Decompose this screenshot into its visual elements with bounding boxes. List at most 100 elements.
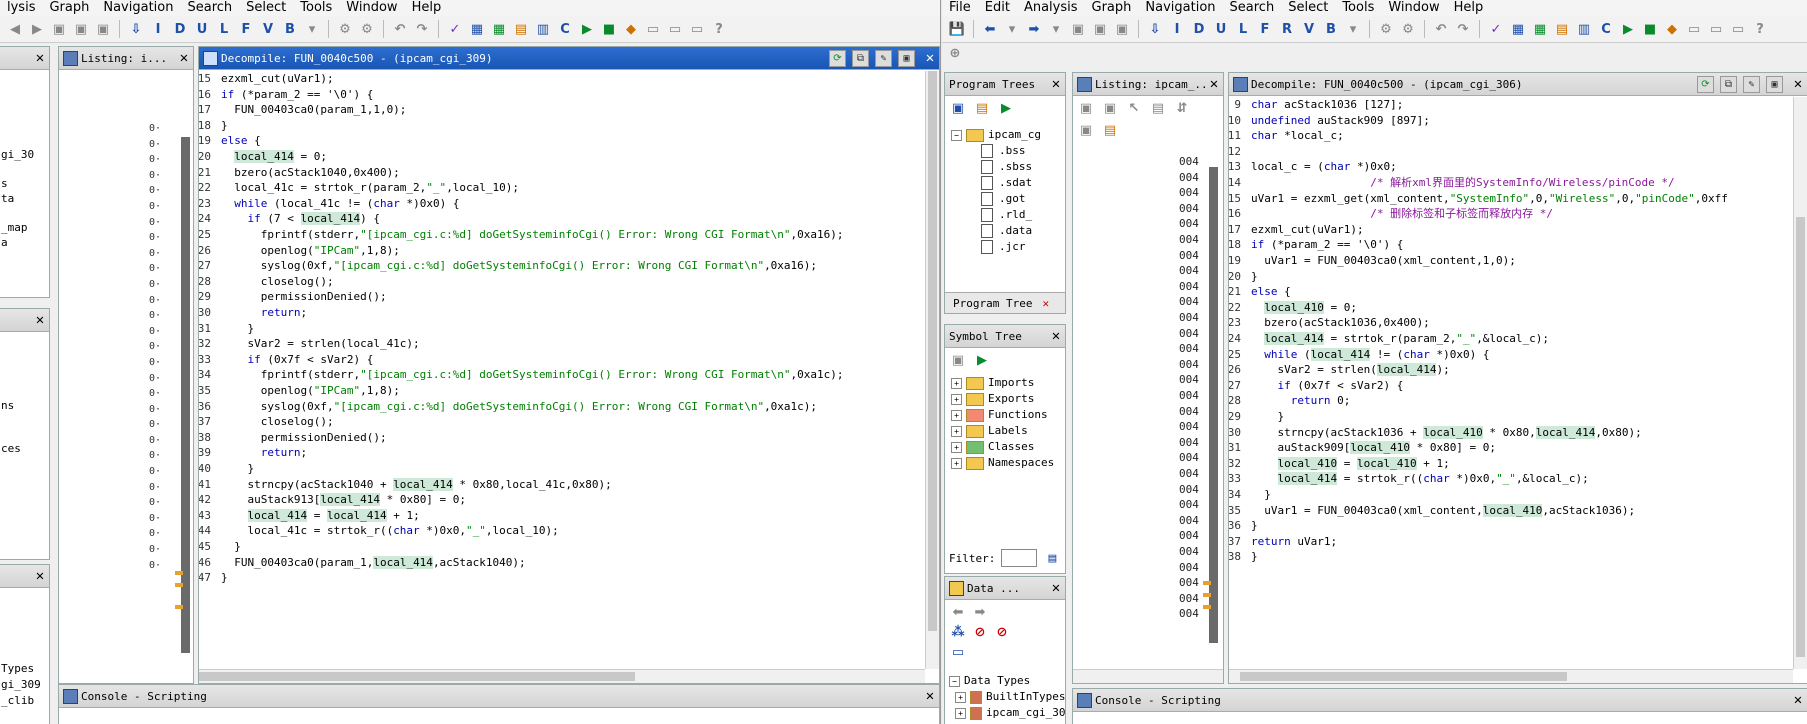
listing-address[interactable]: 004: [1179, 171, 1199, 184]
listing-address[interactable]: 004: [1179, 155, 1199, 168]
code-line[interactable]: auStack913[local_414 * 0x80] = 0;: [221, 492, 466, 508]
code-line[interactable]: uVar1 = FUN_00403ca0(xml_content,local_4…: [1251, 503, 1635, 519]
tree-item[interactable]: + ipcam_cgi_30: [949, 705, 1065, 721]
menu-analysis[interactable]: Analysis: [1017, 0, 1085, 16]
menu-navigation[interactable]: Navigation: [96, 0, 180, 16]
tree-item-imports[interactable]: + Imports: [951, 375, 1054, 391]
window2-icon[interactable]: ▭: [666, 20, 684, 38]
code-line[interactable]: closelog();: [221, 274, 334, 290]
code-line[interactable]: local_41c = strtok_r((char *)0x0,"_",loc…: [221, 523, 558, 539]
close-icon[interactable]: ✕: [175, 50, 193, 66]
new-icon[interactable]: ▣: [949, 351, 967, 369]
dropdown-icon[interactable]: ▾: [303, 20, 321, 38]
cf-icon[interactable]: C: [1597, 20, 1615, 38]
undefined-u-icon[interactable]: U: [193, 20, 211, 38]
tree-item-namespaces[interactable]: + Namespaces: [951, 455, 1054, 471]
tree-item[interactable]: .rld_: [951, 207, 1041, 223]
undo-icon[interactable]: ↶: [391, 20, 409, 38]
back-icon[interactable]: ⬅: [949, 603, 967, 621]
listing-address[interactable]: 004: [1179, 202, 1199, 215]
redo-icon[interactable]: ↷: [413, 20, 431, 38]
close-icon[interactable]: ✕: [1789, 76, 1807, 92]
code-line[interactable]: }: [1251, 269, 1258, 285]
listing-address[interactable]: 004: [1179, 186, 1199, 199]
listing-address[interactable]: 004: [1179, 280, 1199, 293]
code-line[interactable]: }: [221, 461, 254, 477]
listing-address[interactable]: 004: [1179, 483, 1199, 496]
code-line[interactable]: fprintf(stderr,"[ipcam_cgi.c:%d] doGetSy…: [221, 227, 844, 243]
close-icon[interactable]: ✕: [1047, 580, 1065, 596]
menu-search[interactable]: Search: [180, 0, 239, 16]
code-line[interactable]: if (0x7f < sVar2) {: [1251, 378, 1404, 394]
filter-options-icon[interactable]: ▤: [1043, 549, 1061, 567]
menu-file[interactable]: File: [942, 0, 978, 16]
code-line[interactable]: else {: [221, 133, 261, 149]
variable-v-icon[interactable]: V: [1300, 20, 1318, 38]
function-f-icon[interactable]: F: [1256, 20, 1274, 38]
tree-item[interactable]: .sbss: [951, 159, 1041, 175]
code-line[interactable]: char *local_c;: [1251, 128, 1344, 144]
check-icon[interactable]: ✓: [1487, 20, 1505, 38]
listing-address[interactable]: 004: [1179, 327, 1199, 340]
code-line[interactable]: while (local_414 != (char *)0x0) {: [1251, 347, 1489, 363]
code-line[interactable]: ezxml_cut(uVar1);: [1251, 222, 1364, 238]
dropdown-icon[interactable]: ▾: [1003, 20, 1021, 38]
code-line[interactable]: if (7 < local_414) {: [221, 211, 380, 227]
instruction-i-icon[interactable]: I: [1168, 20, 1186, 38]
tree-item[interactable]: .sdat: [951, 175, 1041, 191]
code-line[interactable]: if (0x7f < sVar2) {: [221, 352, 374, 368]
forward-icon[interactable]: ➡: [1025, 20, 1043, 38]
menu-analysis[interactable]: lysis: [0, 0, 42, 16]
tree-item[interactable]: .jcr: [951, 239, 1041, 255]
window-icon[interactable]: ▭: [644, 20, 662, 38]
download-icon[interactable]: ⇩: [127, 20, 145, 38]
back-icon[interactable]: ◀: [6, 20, 24, 38]
tree-item-functions[interactable]: + Functions: [951, 407, 1054, 423]
code-line[interactable]: strncpy(acStack1040 + local_414 * 0x80,l…: [221, 477, 612, 493]
function-f-icon[interactable]: F: [237, 20, 255, 38]
tree-item[interactable]: .bss: [951, 143, 1041, 159]
save-icon[interactable]: 💾: [948, 20, 966, 38]
listing-address[interactable]: 004: [1179, 592, 1199, 605]
listing-address[interactable]: 004: [1179, 311, 1199, 324]
data-d-icon[interactable]: D: [171, 20, 189, 38]
help-icon[interactable]: ?: [710, 20, 728, 38]
terminal-icon[interactable]: ■: [1641, 20, 1659, 38]
nav3-icon[interactable]: ▣: [94, 20, 112, 38]
variable-v-icon[interactable]: V: [259, 20, 277, 38]
code-line[interactable]: if (*param_2 == '\0') {: [1251, 237, 1403, 253]
redo-icon[interactable]: ↷: [1454, 20, 1472, 38]
nav2-icon[interactable]: ▣: [72, 20, 90, 38]
code-line[interactable]: local_414 = strtok_r(param_2,"_",&local_…: [1251, 331, 1549, 347]
code-line[interactable]: local_c = (char *)0x0;: [1251, 159, 1397, 175]
check-icon[interactable]: ✓: [446, 20, 464, 38]
nav3-icon[interactable]: ▣: [1113, 20, 1131, 38]
tree-item-classes[interactable]: + Classes: [951, 439, 1054, 455]
forward-icon[interactable]: ▶: [28, 20, 46, 38]
code-line[interactable]: return 0;: [1251, 393, 1351, 409]
listing-icon[interactable]: ▤: [512, 20, 530, 38]
code-line[interactable]: undefined auStack909 [897];: [1251, 113, 1430, 129]
dropdown-icon[interactable]: ▾: [1344, 20, 1362, 38]
window3-icon[interactable]: ▭: [688, 20, 706, 38]
menu-tools[interactable]: Tools: [293, 0, 339, 16]
graph-icon[interactable]: ▦: [490, 20, 508, 38]
label-l-icon[interactable]: L: [215, 20, 233, 38]
code-line[interactable]: auStack909[local_410 * 0x80] = 0;: [1251, 440, 1496, 456]
code-line[interactable]: }: [1251, 487, 1271, 503]
options-icon[interactable]: ▤: [1101, 121, 1119, 139]
memory-icon[interactable]: ▦: [1509, 20, 1527, 38]
code-line[interactable]: openlog("IPCam",1,8);: [221, 243, 400, 259]
code-line[interactable]: /* 删除标签和子标签而释放内存 */: [1251, 206, 1553, 222]
code-line[interactable]: else {: [1251, 284, 1291, 300]
tool-icon[interactable]: ⚙: [336, 20, 354, 38]
code-line[interactable]: local_414 = 0;: [221, 149, 327, 165]
program-tree-tab[interactable]: Program Tree ✕: [945, 292, 1065, 313]
memory-icon[interactable]: ▦: [468, 20, 486, 38]
close-icon[interactable]: ✕: [1042, 297, 1049, 310]
register-r-icon[interactable]: R: [1278, 20, 1296, 38]
menu-window[interactable]: Window: [1381, 0, 1446, 16]
listing-address[interactable]: 004: [1179, 264, 1199, 277]
listing-address[interactable]: 004: [1179, 451, 1199, 464]
snapshot-icon[interactable]: ⊕: [946, 44, 964, 62]
